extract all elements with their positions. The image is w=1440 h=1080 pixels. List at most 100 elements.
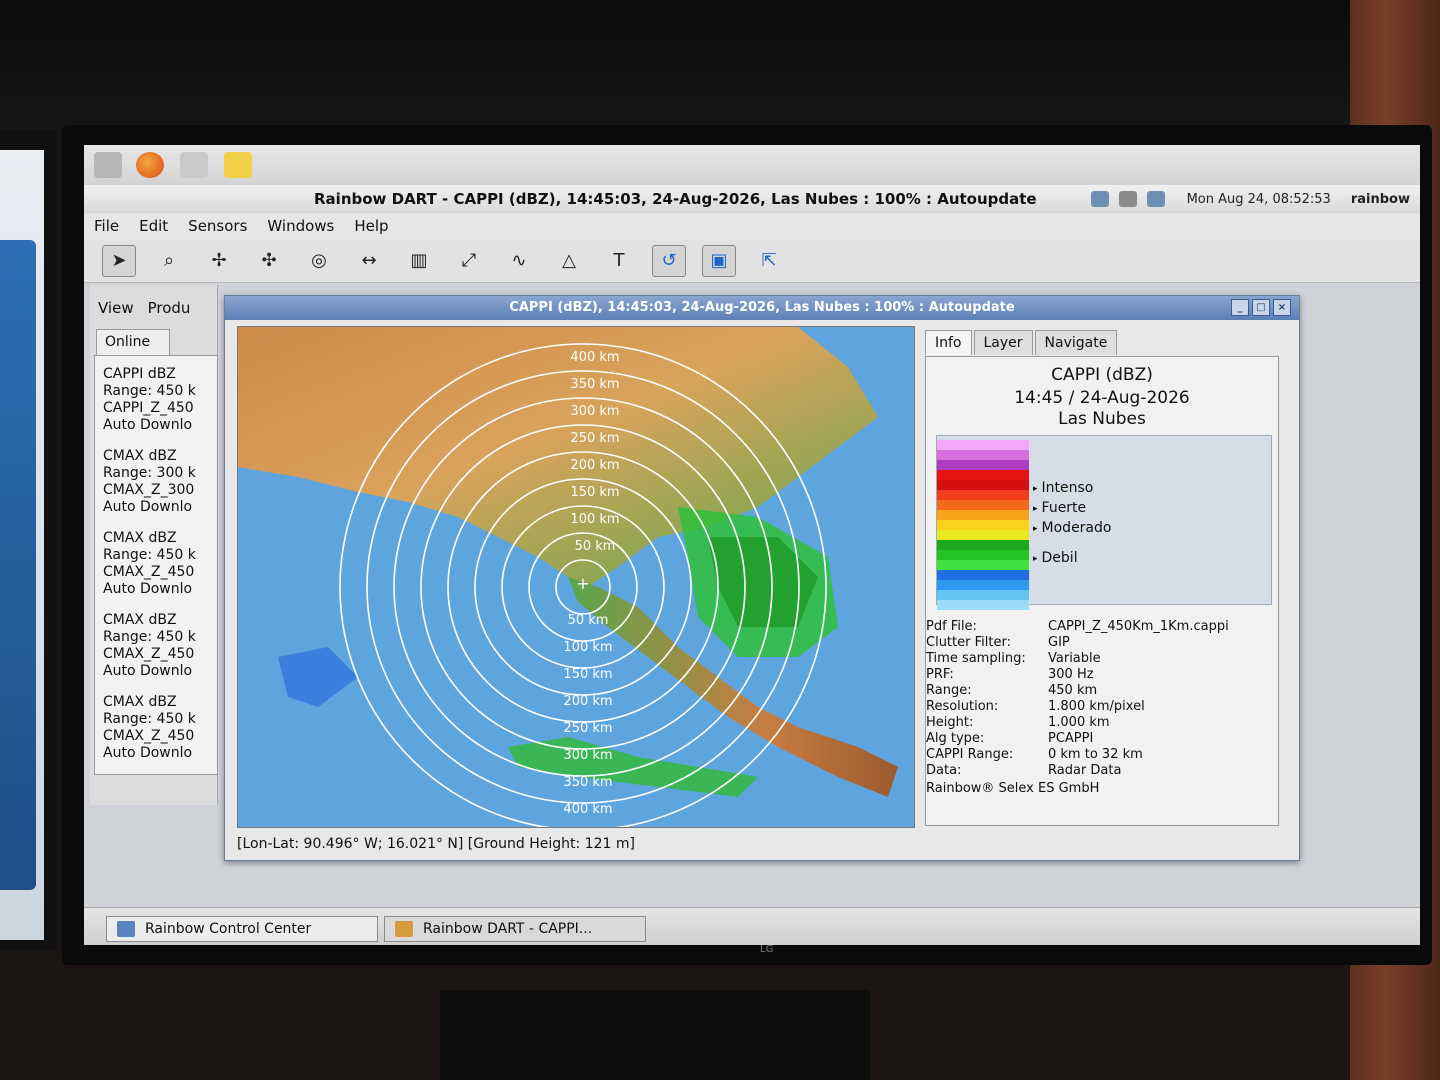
network-icon[interactable] [1090,191,1109,207]
tab-online[interactable]: Online [96,329,170,355]
desktop-screen: Rainbow DART - CAPPI (dBZ), 14:45:03, 24… [84,145,1420,945]
meta-key: Data: [926,763,962,778]
text-icon[interactable]: T [602,245,636,277]
meta-key: Time sampling: [926,651,1026,666]
polygon-icon[interactable]: △ [552,245,586,277]
meta-value: 1.800 km/pixel [1048,699,1145,714]
radar-center-marker: + [576,574,589,593]
list-item[interactable]: CMAX dBZ Range: 450 k CMAX_Z_450 Auto Do… [95,684,217,766]
list-item[interactable]: CMAX dBZ Range: 450 k CMAX_Z_450 Auto Do… [95,520,217,602]
pointer-icon[interactable]: ➤ [102,244,136,277]
center-icon[interactable]: ✣ [252,245,286,277]
display-icon[interactable] [1146,191,1165,207]
close-button[interactable]: × [1273,299,1291,316]
launcher-panel [84,145,1420,185]
curve-icon[interactable]: ∿ [502,245,536,277]
meta-key: CAPPI Range: [926,747,1014,762]
task-label: Rainbow Control Center [145,921,312,937]
tab-navigate[interactable]: Navigate [1034,330,1118,355]
control-center-icon [117,921,135,937]
menu-edit[interactable]: Edit [139,217,168,235]
range-label: 250 km [570,431,619,446]
menu-windows[interactable]: Windows [267,217,334,235]
meta-row: Range: 450 km [926,683,1280,699]
list-item[interactable]: CAPPI dBZ Range: 450 k CAPPI_Z_450 Auto … [95,356,217,438]
color-scale-swatch [937,460,1029,470]
undo-icon[interactable]: ↺ [652,244,686,277]
color-scale-swatch [937,600,1029,610]
vendor-credit: Rainbow® Selex ES GmbH [926,781,1100,796]
color-scale-swatch [937,480,1029,490]
system-tray: Mon Aug 24, 08:52:53 rainbow [1090,189,1420,209]
tab-layer[interactable]: Layer [973,330,1033,355]
dart-icon [395,921,413,937]
measure-icon[interactable]: ↔ [352,245,386,277]
notes-icon[interactable] [224,152,252,178]
radar-map[interactable]: + 400 km 350 km 300 km 250 km 200 km 150… [237,326,915,828]
item-range: Range: 300 k [103,465,196,481]
meta-value: 450 km [1048,683,1098,698]
line-icon[interactable]: ⤢ [452,245,486,277]
mail-icon[interactable] [180,152,208,178]
meta-key: PRF: [926,667,954,682]
legend-label-intenso: Intenso [1033,480,1094,496]
color-scale-swatch [937,550,1029,560]
item-name: CMAX dBZ [103,530,177,546]
legend-label-moderado: Moderado [1033,520,1112,536]
task-control-center[interactable]: Rainbow Control Center [106,916,378,942]
maximize-button[interactable]: □ [1252,299,1270,316]
clock: Mon Aug 24, 08:52:53 [1186,191,1331,207]
range-label: 150 km [563,667,612,682]
meta-value: Variable [1048,651,1101,666]
export-icon[interactable]: ⇱ [752,245,786,277]
control-center-menu: View Produ [90,299,190,317]
product-datetime: 14:45 / 24-Aug-2026 [1014,388,1190,408]
color-scale-swatch [937,540,1029,550]
product-window-title: CAPPI (dBZ), 14:45:03, 24-Aug-2026, Las … [225,296,1299,320]
bar-icon[interactable]: ▥ [402,245,436,277]
list-item[interactable]: CMAX dBZ Range: 300 k CMAX_Z_300 Auto Do… [95,438,217,520]
meta-value: Radar Data [1048,763,1122,778]
range-label: 200 km [563,694,612,709]
meta-value: GIP [1048,635,1070,650]
meta-value: 0 km to 32 km [1048,747,1143,762]
menu-help[interactable]: Help [354,217,388,235]
item-mode: Auto Downlo [103,745,193,761]
left-monitor-dock [0,240,36,890]
item-range: Range: 450 k [103,629,196,645]
range-label: 100 km [563,640,612,655]
meta-row: Pdf File: CAPPI_Z_450Km_1Km.cappi [926,619,1280,635]
cc-menu-products[interactable]: Produ [148,299,191,317]
tab-info[interactable]: Info [925,330,972,355]
item-name: CAPPI dBZ [103,366,176,382]
product-window: CAPPI (dBZ), 14:45:03, 24-Aug-2026, Las … [224,295,1300,861]
monitor-brand-logo: LG [760,944,774,955]
meta-key: Clutter Filter: [926,635,1011,650]
move-icon[interactable]: ✢ [202,245,236,277]
cc-menu-view[interactable]: View [98,299,134,317]
range-label: 200 km [570,458,619,473]
item-file: CMAX_Z_450 [103,646,195,662]
target-icon[interactable]: ◎ [302,245,336,277]
task-dart[interactable]: Rainbow DART - CAPPI... [384,916,646,942]
meta-key: Range: [926,683,972,698]
meta-value: 1.000 km [1048,715,1110,730]
taskbar: Rainbow Control Center Rainbow DART - CA… [84,907,1420,945]
color-scale-swatch [937,450,1029,460]
minimize-button[interactable]: _ [1231,299,1249,316]
item-mode: Auto Downlo [103,581,193,597]
meta-key: Alg type: [926,731,985,746]
firefox-icon[interactable] [136,152,164,178]
list-item[interactable]: CMAX dBZ Range: 450 k CMAX_Z_450 Auto Do… [95,602,217,684]
item-file: CAPPI_Z_450 [103,400,194,416]
menu-file[interactable]: File [94,217,119,235]
username: rainbow [1350,191,1410,207]
app-title: Rainbow DART - CAPPI (dBZ), 14:45:03, 24… [314,190,1037,208]
volume-icon[interactable] [1118,191,1137,207]
app-menu-icon[interactable] [94,152,122,178]
zoom-icon[interactable]: ⌕ [152,245,186,277]
menu-sensors[interactable]: Sensors [188,217,247,235]
color-legend: Intenso Fuerte Moderado Debil [936,435,1272,610]
color-scale-swatch [937,510,1029,520]
layer-icon[interactable]: ▣ [702,244,736,277]
